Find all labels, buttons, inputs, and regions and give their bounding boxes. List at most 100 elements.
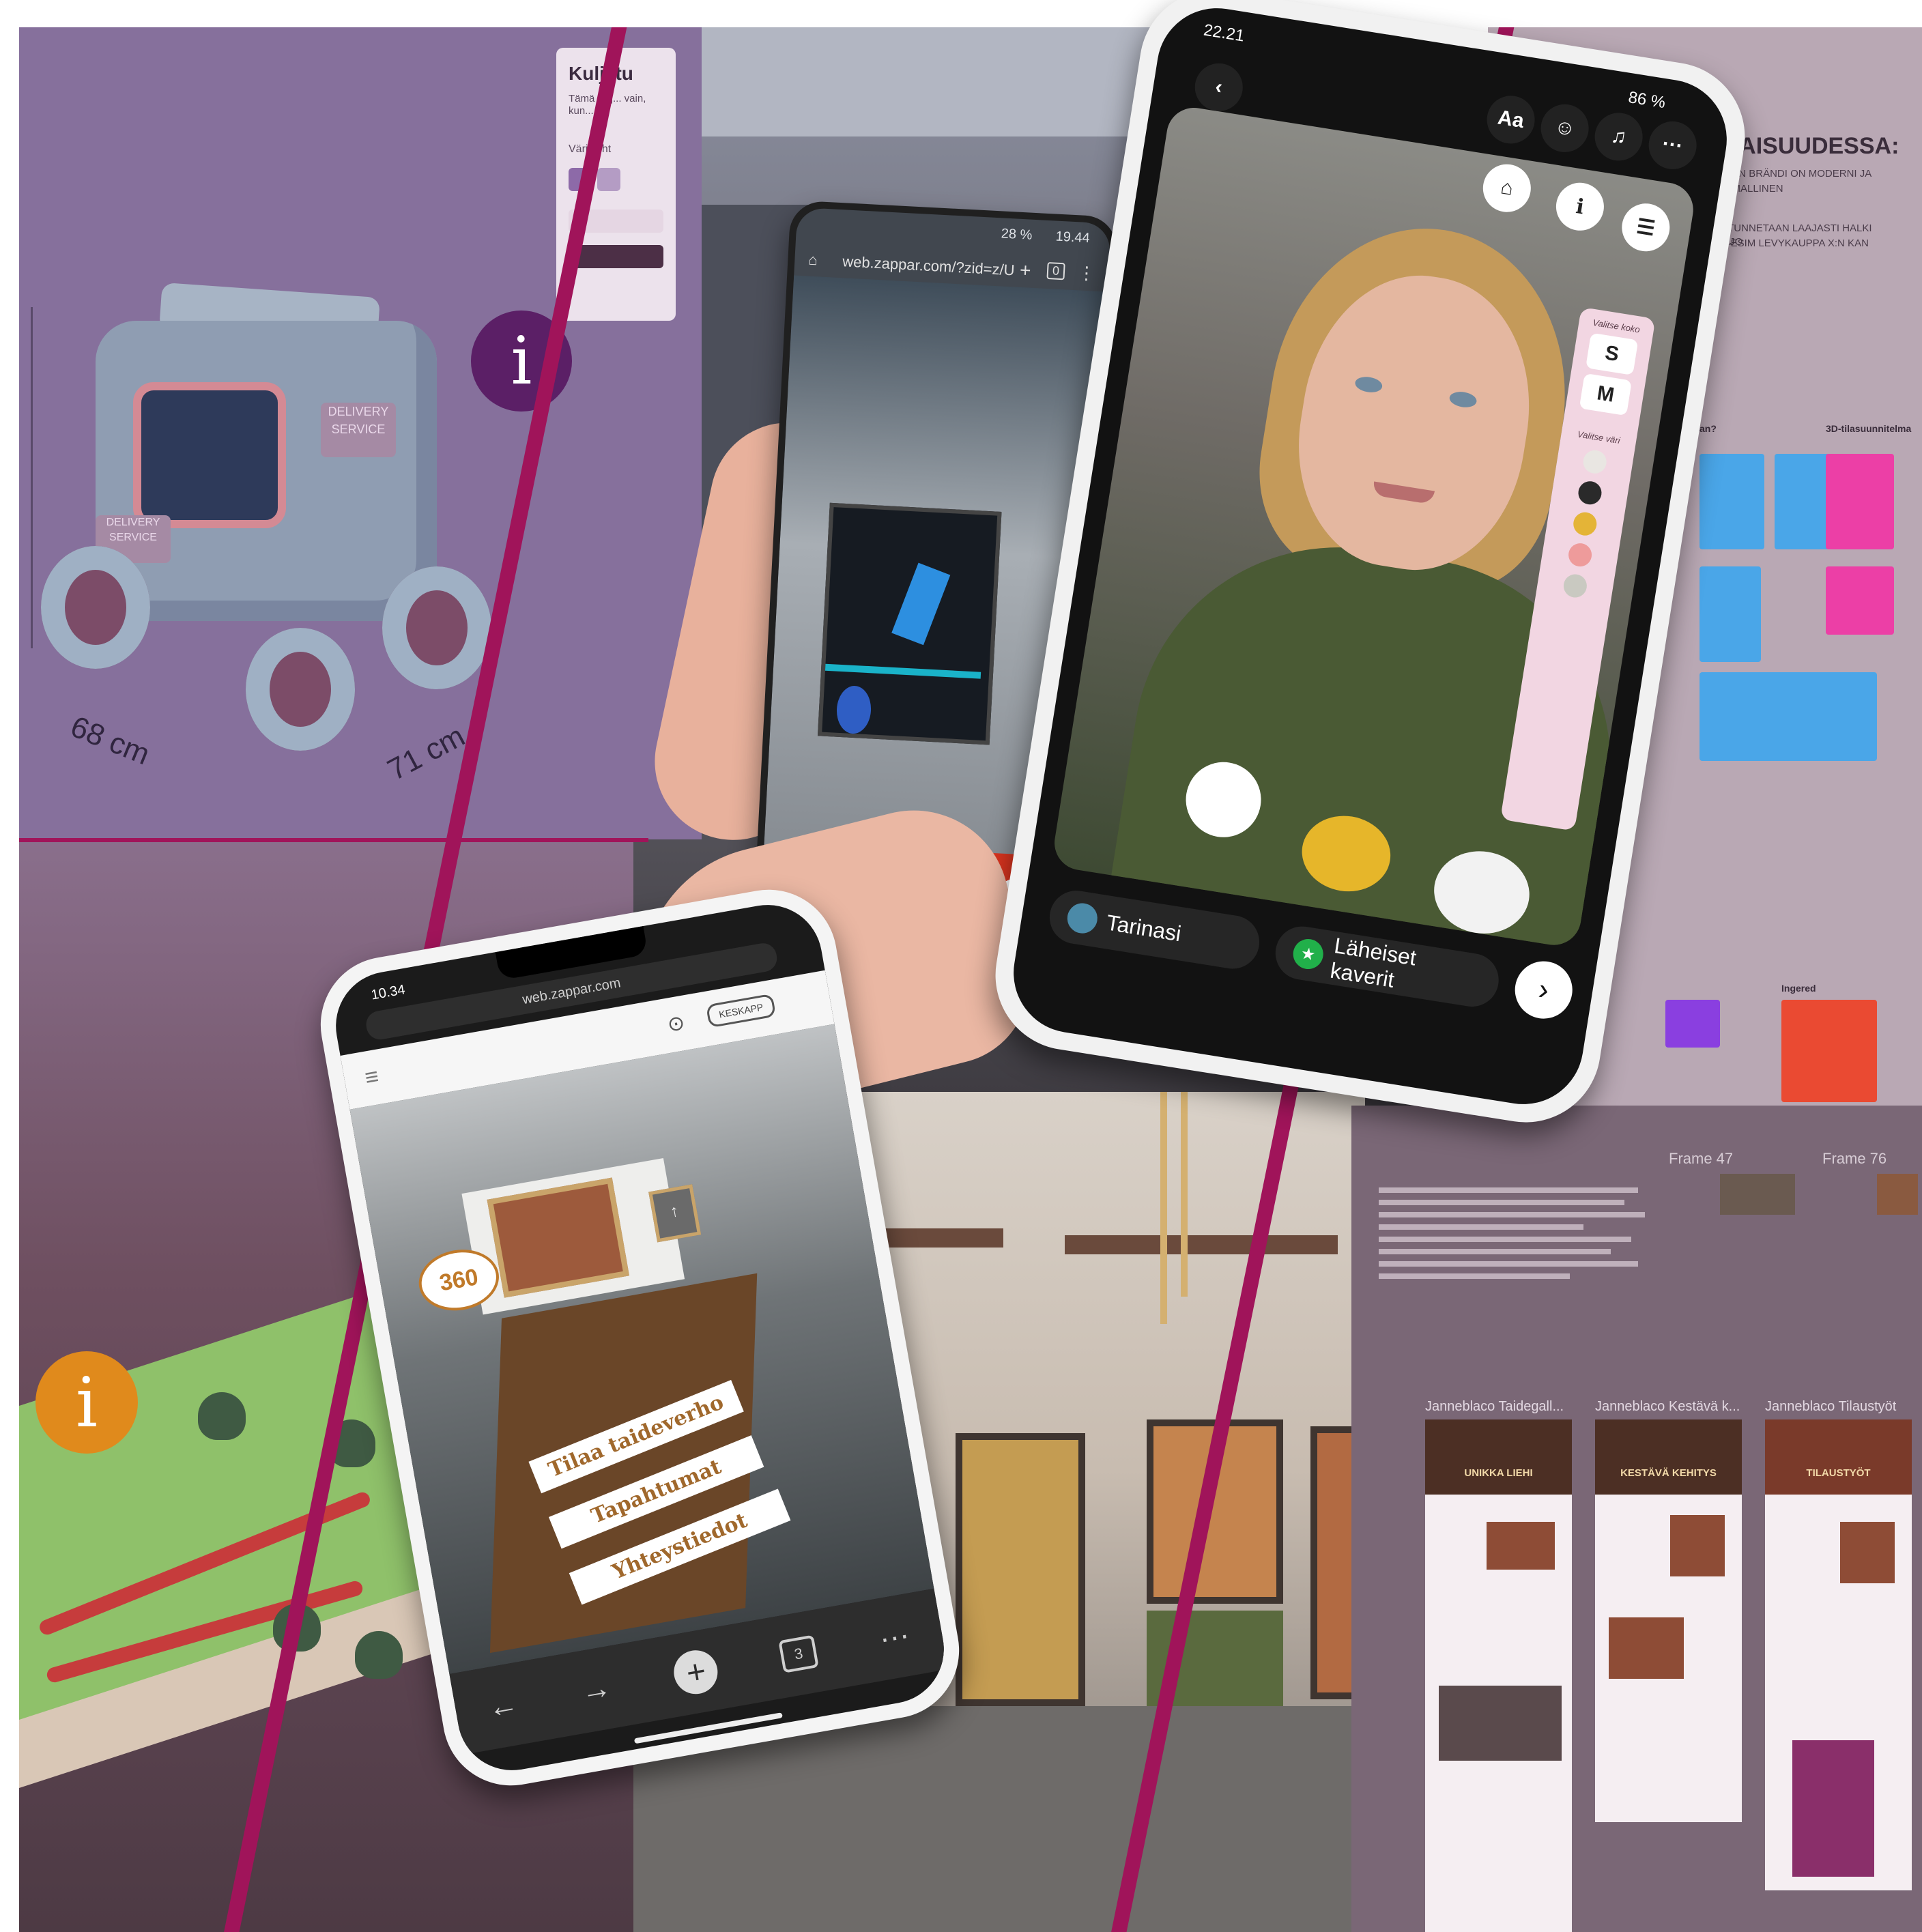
text-column bbox=[1379, 1187, 1652, 1286]
tabs-count[interactable]: 0 bbox=[1046, 261, 1065, 280]
ar-blue-egg bbox=[835, 684, 872, 735]
status-battery: 28 % bbox=[1001, 226, 1033, 243]
frame-label: Frame 47 bbox=[1669, 1150, 1734, 1167]
robot-wheel bbox=[246, 628, 355, 751]
share-story-label: Tarinasi bbox=[1104, 909, 1184, 946]
back-arrow-icon[interactable]: ← bbox=[485, 1687, 521, 1726]
forward-arrow-icon[interactable]: → bbox=[579, 1671, 614, 1710]
board-column-label: an? bbox=[1699, 423, 1717, 434]
page-title: Janneblaco Tilaustyöt bbox=[1765, 1399, 1897, 1414]
page-image bbox=[1670, 1515, 1725, 1576]
top-margin bbox=[0, 0, 1922, 27]
page-image bbox=[1487, 1522, 1555, 1570]
page-hero-text: TILAUSTYÖT bbox=[1806, 1467, 1871, 1479]
color-option[interactable] bbox=[1566, 541, 1594, 568]
page-mockup: TILAUSTYÖT bbox=[1765, 1419, 1912, 1890]
ar-cyan-bar bbox=[824, 663, 981, 679]
page-mockup: UNIKKA LIEHI bbox=[1425, 1419, 1572, 1932]
page-image bbox=[1439, 1686, 1562, 1761]
avatar bbox=[1065, 901, 1100, 936]
gallery-pendant-lamp bbox=[1160, 1092, 1167, 1324]
back-icon[interactable]: ‹ bbox=[1191, 59, 1246, 115]
collage: ULEVAISUUDESSA: RITONUKSEN BRÄNDI ON MOD… bbox=[0, 0, 1922, 1932]
new-tab-icon[interactable]: + bbox=[1019, 259, 1031, 282]
page-image bbox=[1609, 1617, 1684, 1679]
gallery-artwork bbox=[956, 1433, 1085, 1706]
star-icon: ★ bbox=[1291, 936, 1325, 972]
config-card-color-label: Värivaiht bbox=[569, 143, 663, 156]
frame-label: Frame 76 bbox=[1822, 1150, 1887, 1167]
left-margin bbox=[0, 0, 19, 1932]
ar-panel-frame bbox=[817, 502, 1002, 745]
sticky-note bbox=[1665, 1000, 1720, 1048]
status-time: 22.21 bbox=[1202, 20, 1246, 46]
config-option-row[interactable] bbox=[569, 245, 663, 268]
page-title: Janneblaco Taidegall... bbox=[1425, 1399, 1564, 1414]
share-story-button[interactable]: Tarinasi bbox=[1046, 886, 1263, 973]
page-mockup: KESTÄVÄ KEHITYS bbox=[1595, 1419, 1742, 1822]
sticky-note bbox=[1699, 454, 1764, 549]
close-friends-label: Läheiset kaverit bbox=[1328, 933, 1418, 992]
color-option[interactable] bbox=[1577, 479, 1603, 506]
music-icon[interactable]: ♫ bbox=[1591, 109, 1646, 164]
page-hero-text: UNIKKA LIEHI bbox=[1464, 1467, 1533, 1479]
sticker-icon[interactable]: ☺ bbox=[1537, 100, 1592, 156]
url-text: web.zappar.com/?zid=z/U bbox=[842, 253, 1016, 279]
ar-blue-card bbox=[891, 562, 951, 646]
frame-thumbnail bbox=[1720, 1174, 1795, 1215]
park-tree bbox=[198, 1392, 246, 1440]
color-option[interactable] bbox=[1562, 573, 1589, 599]
color-option[interactable] bbox=[1571, 510, 1598, 538]
size-section-label: Valitse koko bbox=[1592, 317, 1641, 335]
next-button[interactable]: › bbox=[1510, 957, 1577, 1023]
close-friends-button[interactable]: ★ Läheiset kaverit bbox=[1272, 922, 1503, 1011]
home-icon[interactable]: ⌂ bbox=[808, 251, 818, 270]
robot-screen bbox=[133, 382, 286, 528]
color-option[interactable] bbox=[1581, 448, 1609, 476]
page-hero: UNIKKA LIEHI bbox=[1425, 1419, 1572, 1495]
page-hero: KESTÄVÄ KEHITYS bbox=[1595, 1419, 1742, 1495]
status-battery: 86 % bbox=[1626, 88, 1667, 113]
menu-icon[interactable]: ⋮ bbox=[1077, 262, 1096, 284]
color-swatch[interactable] bbox=[597, 168, 620, 191]
sticky-note bbox=[1826, 566, 1894, 635]
config-card-description: Tämä kulj... vain, kun... bbox=[569, 93, 646, 117]
tabs-button[interactable]: 3 bbox=[778, 1634, 819, 1673]
ar-camera-view: ↑ 360 Tilaa taideverho Tapahtumat Yhteys… bbox=[349, 1024, 934, 1674]
camera-icon[interactable]: ⊙ bbox=[665, 1011, 687, 1037]
more-icon[interactable]: ··· bbox=[877, 1617, 913, 1656]
hamburger-menu-icon[interactable]: ≡ bbox=[363, 1063, 381, 1092]
more-icon[interactable]: ··· bbox=[1645, 117, 1700, 173]
board-column-label: Ingered bbox=[1781, 983, 1816, 994]
divider-stripe bbox=[0, 838, 648, 842]
page-hero: TILAUSTYÖT bbox=[1765, 1419, 1912, 1495]
page-hero-text: KESTÄVÄ KEHITYS bbox=[1620, 1467, 1717, 1479]
size-option-s[interactable]: S bbox=[1586, 332, 1639, 375]
sticky-note bbox=[1699, 672, 1877, 761]
robot-wheel bbox=[41, 546, 150, 669]
board-column-label: 3D-tilasuunnitelma bbox=[1826, 423, 1912, 434]
page-title: Janneblaco Kestävä k... bbox=[1595, 1399, 1740, 1414]
robot-wheel bbox=[382, 566, 491, 689]
status-time: 10.34 bbox=[370, 982, 407, 1003]
page-image bbox=[1840, 1522, 1895, 1583]
gallery-pendant-lamp bbox=[1181, 1092, 1188, 1297]
color-section-label: Valitse väri bbox=[1577, 429, 1621, 446]
info-icon[interactable]: i bbox=[35, 1351, 138, 1454]
ar-filter-photo: Valitse koko S M Valitse väri bbox=[1050, 104, 1697, 949]
text-tool-icon[interactable]: Aa bbox=[1483, 92, 1538, 147]
gallery-ceiling-beam bbox=[1065, 1235, 1338, 1254]
robot-height-guide bbox=[31, 307, 33, 648]
site-logo[interactable]: KESKAPP bbox=[705, 993, 777, 1028]
robot-label: DELIVERY SERVICE bbox=[321, 403, 396, 457]
sticky-note bbox=[1781, 1000, 1877, 1102]
page-image bbox=[1792, 1740, 1874, 1877]
web-pages-panel: Frame 47 Frame 76 Janneblaco Taidegall..… bbox=[1351, 1106, 1922, 1932]
new-tab-button[interactable]: + bbox=[670, 1647, 721, 1698]
sticky-note bbox=[1826, 454, 1894, 549]
frame-thumbnail bbox=[1877, 1174, 1918, 1215]
park-tree bbox=[355, 1631, 403, 1679]
status-time: 19.44 bbox=[1055, 229, 1091, 246]
sticky-note bbox=[1699, 566, 1761, 662]
arrow-up-icon[interactable]: ↑ bbox=[648, 1184, 702, 1243]
